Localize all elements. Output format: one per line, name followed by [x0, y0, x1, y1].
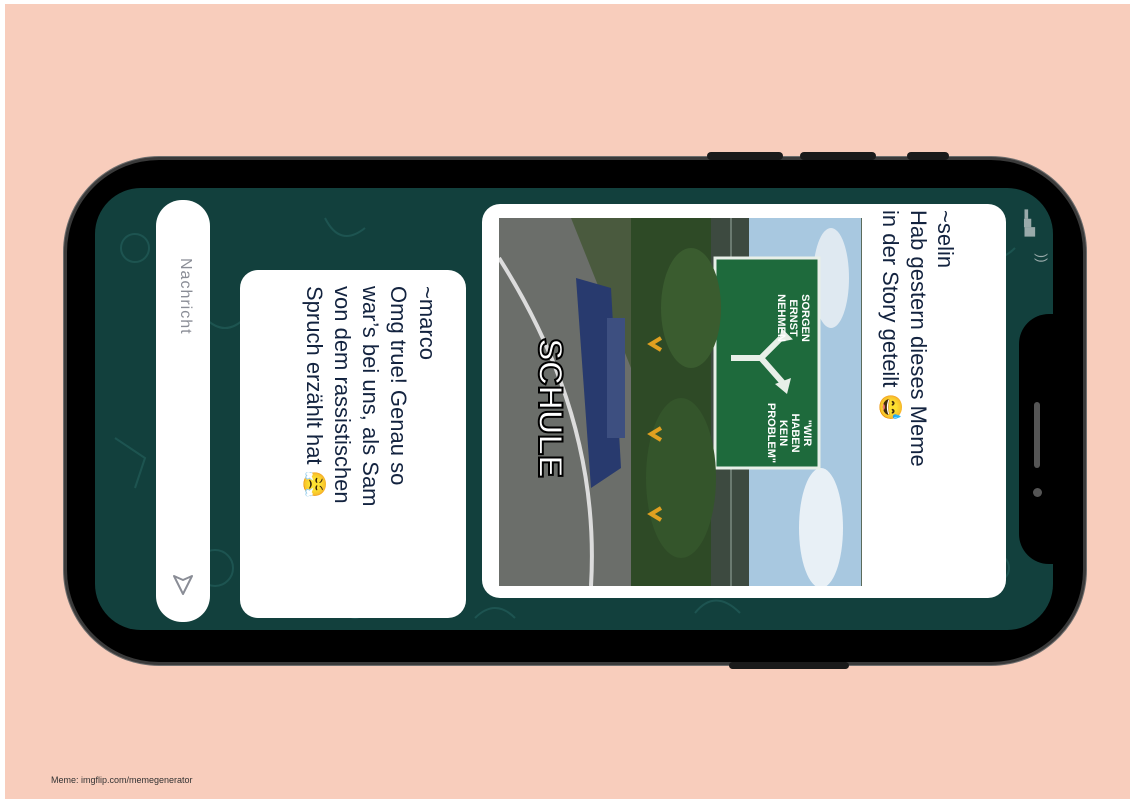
mute-switch — [907, 152, 949, 160]
chat-screen: ▂▄▆ )) ~selin Hab gestern dieses Meme in… — [95, 188, 1053, 630]
message-bubble[interactable]: ~marco Omg true! Genau so war’s bei uns,… — [240, 270, 466, 618]
message-line: Omg true! Genau so — [386, 286, 411, 486]
speaker-grille — [1034, 402, 1040, 468]
message-line: war’s bei uns, als Sam — [358, 286, 383, 507]
meme-sign-left: SORGEN ERNST NEHMEN — [775, 278, 811, 358]
power-button — [729, 662, 849, 669]
phone-frame: ▂▄▆ )) ~selin Hab gestern dieses Meme in… — [67, 152, 1083, 669]
message-input-placeholder: Nachricht — [177, 258, 194, 335]
camera-dot — [1033, 488, 1042, 497]
message-input[interactable]: Nachricht — [156, 200, 210, 622]
message-sender: ~marco — [415, 286, 440, 360]
send-icon[interactable] — [170, 572, 196, 604]
message-sender: ~selin — [933, 210, 958, 269]
volume-button-2 — [800, 152, 876, 160]
message-line-text: in der Story geteilt — [878, 210, 903, 388]
camera-notch — [1019, 314, 1053, 564]
meme-sign-line: PROBLEM" — [765, 402, 777, 464]
meme-sign-right: "WIR HABEN KEIN PROBLEM" — [765, 398, 813, 468]
message-header: ~selin — [932, 210, 958, 570]
meme-sign-line: HABEN — [789, 413, 801, 453]
image-credit: Meme: imgflip.com/memegenerator — [51, 775, 193, 785]
wifi-icon: )) — [1034, 253, 1051, 263]
meme-sign-line: SORGEN — [799, 294, 811, 342]
volume-button — [707, 152, 783, 160]
meme-sign-line: NEHMEN — [775, 294, 787, 342]
meme-sign-line: "WIR — [801, 419, 813, 447]
meme-sign-line: ERNST — [787, 299, 799, 337]
message-text: Omg true! Genau so war’s bei uns, als Sa… — [300, 286, 412, 606]
signal-icon: ▂▄▆ — [1024, 209, 1039, 237]
message-line: Spruch erzählt hat 😤 — [300, 286, 328, 606]
message-bubble[interactable]: ~selin Hab gestern dieses Meme in der St… — [482, 204, 1006, 598]
message-line: Hab gestern dieses Meme — [906, 210, 931, 467]
meme-sign-line: KEIN — [777, 419, 789, 447]
send-icon-shape — [173, 575, 193, 595]
laughing-emoji-icon: 😅 — [878, 393, 903, 421]
message-text: Hab gestern dieses Meme in der Story get… — [876, 210, 932, 590]
meme-car-label: SCHULE — [530, 337, 570, 479]
meme-content: SORGEN ERNST NEHMEN "WIR HABEN KEIN PROB… — [499, 218, 861, 586]
message-line: in der Story geteilt 😅 — [876, 210, 904, 590]
angry-emoji-icon: 😤 — [302, 470, 327, 499]
meme-image[interactable]: SORGEN ERNST NEHMEN "WIR HABEN KEIN PROB… — [499, 218, 862, 586]
poster-background: ▂▄▆ )) ~selin Hab gestern dieses Meme in… — [5, 4, 1130, 799]
message-input-field[interactable]: Nachricht — [176, 258, 194, 458]
message-line: von dem rassistischen — [330, 286, 355, 504]
message-header: ~marco — [414, 286, 440, 606]
message-line-text: Spruch erzählt hat — [302, 286, 327, 465]
